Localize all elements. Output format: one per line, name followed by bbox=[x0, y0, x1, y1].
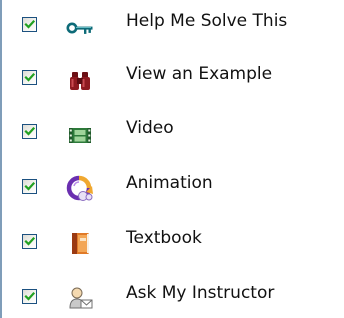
animation-icon bbox=[66, 174, 94, 202]
study-tools-list: Help Me Solve This View an Example Video… bbox=[0, 0, 344, 318]
ask-my-instructor-checkbox[interactable] bbox=[22, 289, 37, 304]
tool-row-help-me-solve-this[interactable]: Help Me Solve This bbox=[0, 8, 344, 44]
checkmark-icon bbox=[24, 72, 35, 82]
video-label: Video bbox=[126, 118, 174, 138]
animation-label: Animation bbox=[126, 173, 213, 193]
binoculars-icon bbox=[66, 65, 94, 93]
tool-row-ask-my-instructor[interactable]: Ask My Instructor bbox=[0, 280, 344, 316]
checkmark-icon bbox=[24, 126, 35, 136]
key-icon bbox=[66, 12, 94, 40]
checkmark-icon bbox=[24, 181, 35, 191]
animation-checkbox[interactable] bbox=[22, 179, 37, 194]
tool-row-video[interactable]: Video bbox=[0, 115, 344, 151]
textbook-checkbox[interactable] bbox=[22, 234, 37, 249]
film-icon bbox=[66, 119, 94, 147]
tool-row-view-an-example[interactable]: View an Example bbox=[0, 61, 344, 97]
checkmark-icon bbox=[24, 291, 35, 301]
view-an-example-label: View an Example bbox=[126, 64, 273, 84]
tool-row-animation[interactable]: Animation bbox=[0, 170, 344, 206]
view-an-example-checkbox[interactable] bbox=[22, 70, 37, 85]
checkmark-icon bbox=[24, 236, 35, 246]
tool-row-textbook[interactable]: Textbook bbox=[0, 225, 344, 261]
textbook-label: Textbook bbox=[126, 228, 202, 248]
checkmark-icon bbox=[24, 19, 35, 29]
ask-my-instructor-label: Ask My Instructor bbox=[126, 283, 275, 303]
video-checkbox[interactable] bbox=[22, 124, 37, 139]
help-me-solve-this-checkbox[interactable] bbox=[22, 17, 37, 32]
book-icon bbox=[66, 229, 94, 257]
instructor-icon bbox=[66, 284, 94, 312]
help-me-solve-this-label: Help Me Solve This bbox=[126, 11, 288, 31]
